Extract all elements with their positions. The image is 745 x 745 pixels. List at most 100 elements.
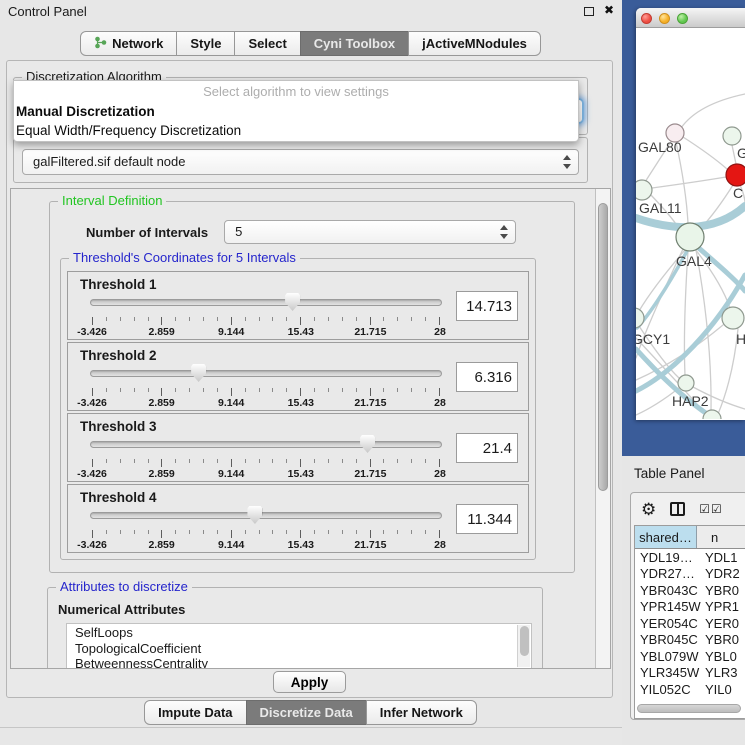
slider-thumb[interactable] <box>191 364 206 382</box>
table-data-value: galFiltered.sif default node <box>33 154 185 169</box>
network-view-window[interactable]: GAL80GACGAL11GAL4GCY1HHAP2 <box>636 8 745 420</box>
column-header-n[interactable]: n <box>697 526 745 548</box>
zoom-traffic-light-icon[interactable] <box>677 13 688 24</box>
tick-mark <box>383 530 384 534</box>
horizontal-scrollbar[interactable] <box>637 704 745 714</box>
tab-infer-network[interactable]: Infer Network <box>366 700 477 725</box>
checkbox-icons[interactable]: ☑☑ <box>699 502 723 516</box>
tick-mark <box>203 388 204 392</box>
table-row[interactable]: YLR345WYLR3 <box>635 665 745 682</box>
tick-mark <box>161 388 162 396</box>
network-edge[interactable] <box>718 329 738 414</box>
threshold-value-field[interactable]: 21.4 <box>456 433 518 463</box>
slider-thumb[interactable] <box>247 506 262 524</box>
close-icon[interactable]: ✖ <box>604 3 614 17</box>
network-node-gal11[interactable] <box>636 180 652 200</box>
table-cell: YDR2 <box>697 566 745 581</box>
table-row[interactable]: YDL19…YDL1 <box>635 549 745 566</box>
tick-mark <box>134 459 135 463</box>
table-cell: YBR0 <box>697 632 745 647</box>
table-data-combobox[interactable]: galFiltered.sif default node <box>22 149 579 175</box>
scale-label: 21.715 <box>354 397 386 409</box>
threshold-slider[interactable]: -3.4262.8599.14415.4321.71528 <box>90 294 442 338</box>
list-scrollbar[interactable] <box>517 625 530 667</box>
minimize-traffic-light-icon[interactable] <box>659 13 670 24</box>
network-edge[interactable] <box>683 137 727 169</box>
slider-thumb[interactable] <box>360 435 375 453</box>
tab-style[interactable]: Style <box>176 31 235 56</box>
attribute-item[interactable]: TopologicalCoefficient <box>75 641 531 657</box>
network-edge[interactable] <box>681 94 745 128</box>
apply-button[interactable]: Apply <box>273 671 347 693</box>
threshold-value-field[interactable]: 11.344 <box>456 504 518 534</box>
column-header-shared-[interactable]: shared… <box>635 526 697 548</box>
tab-impute-data[interactable]: Impute Data <box>144 700 246 725</box>
threshold-value-field[interactable]: 6.316 <box>456 362 518 392</box>
network-edge[interactable] <box>652 177 726 188</box>
list-scrollbar-thumb[interactable] <box>520 626 529 656</box>
network-node-c-red[interactable] <box>726 164 745 186</box>
tick-mark <box>439 388 440 396</box>
network-node-h[interactable] <box>722 307 744 329</box>
attribute-item[interactable]: BetweennessCentrality <box>75 656 531 668</box>
slider-track <box>90 299 442 306</box>
table-row[interactable]: YBL079WYBL0 <box>635 648 745 665</box>
tick-mark <box>425 459 426 463</box>
scale-label: 9.144 <box>218 539 244 551</box>
float-window-icon[interactable] <box>584 7 594 16</box>
threshold-slider[interactable]: -3.4262.8599.14415.4321.71528 <box>90 507 442 551</box>
tab-discretize-data[interactable]: Discretize Data <box>246 700 367 725</box>
table-row[interactable]: YBR043CYBR0 <box>635 582 745 599</box>
tick-mark <box>134 530 135 534</box>
table-cell: YDR27… <box>635 566 697 581</box>
threshold-value-field[interactable]: 14.713 <box>456 291 518 321</box>
threshold-label: Threshold 4 <box>80 490 157 505</box>
table-row[interactable]: YPR145WYPR1 <box>635 599 745 616</box>
scale-label: -3.426 <box>77 397 107 409</box>
tab-network[interactable]: Network <box>80 31 177 56</box>
tick-mark <box>300 459 301 467</box>
tick-mark <box>356 317 357 321</box>
table-panel-frame: ⚙ ☑☑ shared…n YDL19…YDL1YDR27…YDR2YBR043… <box>630 492 745 720</box>
network-node-ga[interactable] <box>723 127 741 145</box>
cyni-toolbox-panel: Discretization Algorithm Select algorith… <box>6 60 613 698</box>
tick-mark <box>106 388 107 392</box>
network-edge[interactable] <box>732 145 736 164</box>
tick-mark <box>439 317 440 325</box>
number-of-intervals-combobox[interactable]: 5 <box>224 220 516 244</box>
combo-stepper-icon <box>500 225 509 239</box>
algorithm-dropdown-popup: Select algorithm to view settings Manual… <box>13 80 579 142</box>
table-row[interactable]: YBR045CYBR0 <box>635 632 745 649</box>
table-row[interactable]: YIL052CYIL0 <box>635 681 745 696</box>
tick-mark <box>300 317 301 325</box>
algorithm-option-equal-width-frequency-discretization[interactable]: Equal Width/Frequency Discretization <box>14 121 578 140</box>
tab-jactivemnodules[interactable]: jActiveMNodules <box>408 31 541 56</box>
attribute-item[interactable]: SelfLoops <box>75 625 531 641</box>
algorithm-option-manual-discretization[interactable]: Manual Discretization <box>14 102 578 121</box>
table-cell: YBR045C <box>635 632 697 647</box>
network-canvas[interactable]: GAL80GACGAL11GAL4GCY1HHAP2 <box>636 28 745 419</box>
table-row[interactable]: YER054CYER0 <box>635 615 745 632</box>
horizontal-scrollbar-thumb[interactable] <box>637 704 741 713</box>
table-row[interactable]: YDR27…YDR2 <box>635 566 745 583</box>
tick-mark <box>259 459 260 463</box>
close-traffic-light-icon[interactable] <box>641 13 652 24</box>
tick-mark <box>189 459 190 463</box>
threshold-slider[interactable]: -3.4262.8599.14415.4321.71528 <box>90 365 442 409</box>
vertical-scrollbar[interactable] <box>595 189 610 668</box>
slider-thumb[interactable] <box>285 293 300 311</box>
network-node-gcy1[interactable] <box>636 308 644 328</box>
table-data-group: Table Data galFiltered.sif default node <box>13 137 588 183</box>
gear-icon[interactable]: ⚙ <box>641 501 656 518</box>
tab-select[interactable]: Select <box>234 31 300 56</box>
threshold-slider[interactable]: -3.4262.8599.14415.4321.71528 <box>90 436 442 480</box>
network-node-hap2[interactable] <box>678 375 694 391</box>
tick-mark <box>92 388 93 396</box>
tick-mark <box>370 459 371 467</box>
threshold-box: Threshold 3-3.4262.8599.14415.4321.71528… <box>67 413 529 482</box>
columns-icon[interactable] <box>670 502 685 516</box>
tab-cyni-toolbox[interactable]: Cyni Toolbox <box>300 31 409 56</box>
network-node-gal4[interactable] <box>676 223 704 251</box>
vertical-scrollbar-thumb[interactable] <box>598 203 608 491</box>
table-panel-title: Table Panel <box>622 456 745 481</box>
